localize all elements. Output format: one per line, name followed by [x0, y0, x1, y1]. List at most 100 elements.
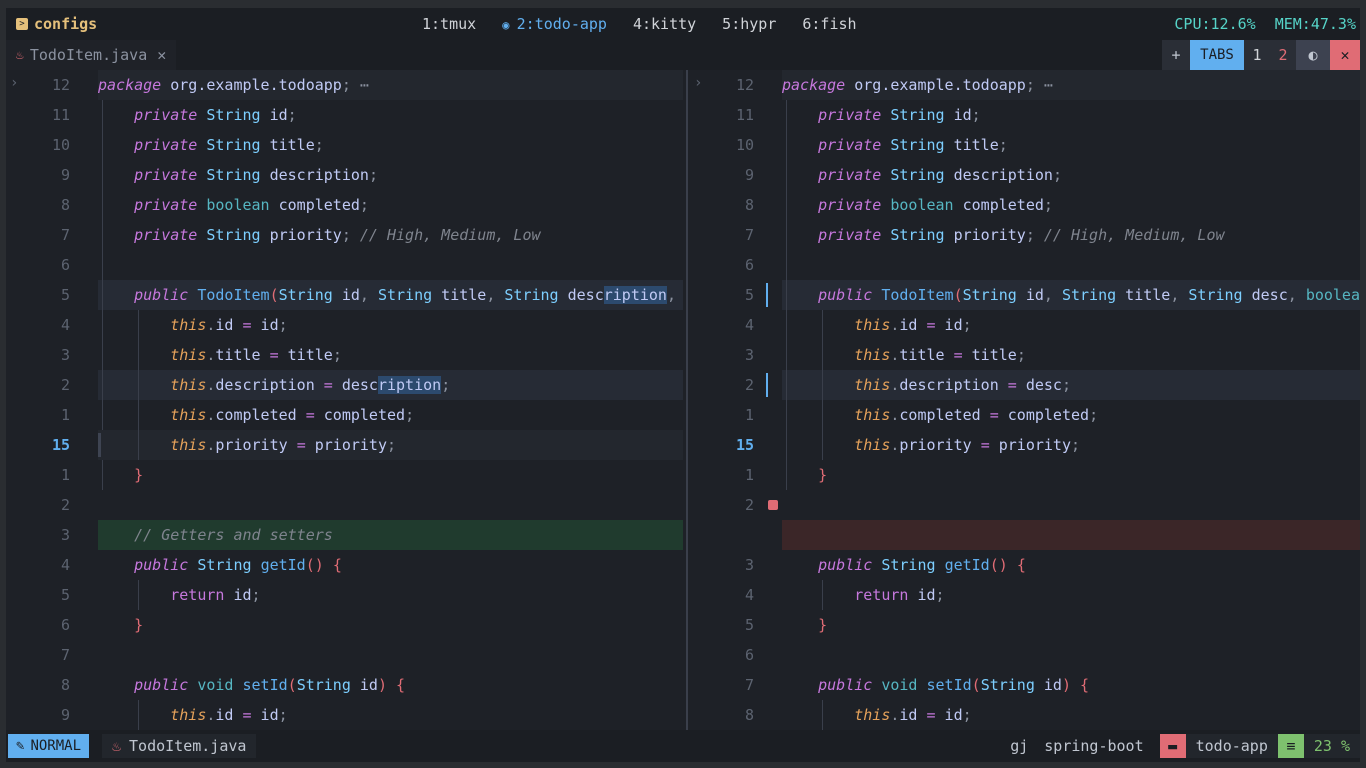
code-line: 3 this.title = title; — [6, 340, 683, 370]
line-number: 1 — [60, 466, 70, 484]
code-line: 10 private String title; — [690, 130, 1360, 160]
code-line: 4 public String getId() { — [6, 550, 683, 580]
terminal-icon: > — [16, 18, 28, 30]
code-line: 1 } — [6, 460, 683, 490]
line-number: 2 — [744, 496, 754, 514]
code-line: 6 — [6, 250, 683, 280]
line-number: 3 — [60, 346, 70, 364]
right-diff-pane[interactable]: › 12 package org.example.todoapp; ⋯ 11 p… — [690, 70, 1360, 730]
code-line: 7 private String priority; // High, Medi… — [6, 220, 683, 250]
code-line: 8 private boolean completed; — [6, 190, 683, 220]
line-number: 8 — [744, 196, 754, 214]
line-number: 6 — [60, 616, 70, 634]
current-line-number: 15 — [51, 436, 70, 454]
line-number: 1 — [744, 406, 754, 424]
current-line-number: 15 — [735, 436, 754, 454]
new-tab-button[interactable]: + — [1162, 40, 1190, 70]
code-line: 5 return id; — [6, 580, 683, 610]
code-line: 8 this.id = id; — [690, 700, 1360, 730]
code-line: 1 this.completed = completed; — [6, 400, 683, 430]
workspace-tmux[interactable]: 1:tmux — [422, 15, 476, 33]
line-number: 5 — [744, 616, 754, 634]
code-line: 7 — [6, 640, 683, 670]
code-line: 4 this.id = id; — [6, 310, 683, 340]
status-file: ♨ TodoItem.java — [102, 734, 257, 758]
cpu-usage: CPU:12.6% — [1174, 15, 1256, 33]
mem-usage: MEM:47.3% — [1274, 15, 1356, 33]
code-line: › 12 package org.example.todoapp; ⋯ — [690, 70, 1360, 100]
line-number: 5 — [60, 286, 70, 304]
cursor-line: 15 this.priority = priority; — [6, 430, 683, 460]
line-number: 10 — [735, 136, 754, 154]
line-number: 7 — [60, 646, 70, 664]
line-number: 6 — [744, 256, 754, 274]
workspace-todo-app[interactable]: 2:todo-app — [502, 15, 607, 33]
mode-label: NORMAL — [30, 738, 82, 754]
vim-icon: ✎ — [16, 738, 25, 754]
system-stats: CPU:12.6% MEM:47.3% — [1164, 15, 1356, 33]
code-line: 11 private String id; — [690, 100, 1360, 130]
top-bar: > configs 1:tmux 2:todo-app 4:kitty 5:hy… — [6, 8, 1360, 40]
workspace-hypr[interactable]: 5:hypr — [722, 15, 776, 33]
code-line: 4 return id; — [690, 580, 1360, 610]
code-line: 7 public void setId(String id) { — [690, 670, 1360, 700]
workspace-list: 1:tmux 2:todo-app 4:kitty 5:hypr 6:fish — [422, 15, 857, 33]
line-number: 5 — [60, 586, 70, 604]
delete-sign-icon — [768, 500, 778, 510]
mode-indicator: ✎ NORMAL — [8, 734, 90, 758]
code-line: 1 this.completed = completed; — [690, 400, 1360, 430]
code-line: 9 private String description; — [690, 160, 1360, 190]
session-title: > configs — [16, 15, 97, 33]
code-line: 15 this.priority = priority; — [690, 430, 1360, 460]
line-number: 1 — [60, 406, 70, 424]
code-line: 5 public TodoItem(String id, String titl… — [6, 280, 683, 310]
line-number: 11 — [735, 106, 754, 124]
line-number: 12 — [735, 76, 754, 94]
added-line: 3 // Getters and setters — [6, 520, 683, 550]
code-line: 10 private String title; — [6, 130, 683, 160]
code-line: 6 — [690, 250, 1360, 280]
code-line: 11 private String id; — [6, 100, 683, 130]
pending-keys: gj — [1010, 737, 1029, 755]
line-number: 6 — [744, 646, 754, 664]
pane-divider[interactable] — [686, 70, 688, 730]
deleted-filler-line — [690, 520, 1360, 550]
line-number: 3 — [744, 556, 754, 574]
changed-line: 5 public TodoItem(String id, String titl… — [690, 280, 1360, 310]
toggle-icon[interactable]: ◐ — [1296, 40, 1330, 70]
git-branch: spring-boot — [1044, 737, 1144, 755]
buffer-tab[interactable]: ♨ TodoItem.java ✕ — [6, 40, 177, 70]
line-number: 7 — [744, 676, 754, 694]
line-number: 4 — [744, 586, 754, 604]
close-tab-icon[interactable]: ✕ — [157, 46, 166, 64]
close-button[interactable]: ✕ — [1330, 40, 1360, 70]
changed-line: 2 this.description = desc; — [690, 370, 1360, 400]
java-file-icon: ♨ — [112, 737, 122, 755]
code-line: 2 this.description = description; — [6, 370, 683, 400]
scroll-percent: 23 % — [1303, 734, 1360, 758]
code-line: 6 } — [6, 610, 683, 640]
status-file-name: TodoItem.java — [129, 737, 247, 755]
workspace-kitty[interactable]: 4:kitty — [633, 15, 696, 33]
line-number: 12 — [51, 76, 70, 94]
line-number: 8 — [60, 676, 70, 694]
tabs-label: TABS — [1190, 40, 1244, 70]
change-sign — [766, 373, 768, 397]
line-number: 8 — [60, 196, 70, 214]
tabpage-1[interactable]: 1 — [1244, 40, 1270, 70]
tab-controls: + TABS 1 2 ◐ ✕ — [1162, 40, 1360, 70]
line-number: 10 — [51, 136, 70, 154]
status-line: ✎ NORMAL ♨ TodoItem.java gj spring-boot … — [6, 730, 1360, 762]
project-name: todo-app — [1185, 734, 1278, 758]
workspace-fish[interactable]: 6:fish — [802, 15, 856, 33]
left-diff-pane[interactable]: › 12 package org.example.todoapp; ⋯ 11 p… — [6, 70, 683, 730]
code-line: 5 } — [690, 610, 1360, 640]
line-number: 9 — [60, 166, 70, 184]
code-line: 2 — [690, 490, 1360, 520]
java-file-icon: ♨ — [16, 47, 24, 63]
line-number: 11 — [51, 106, 70, 124]
tabpage-2[interactable]: 2 — [1270, 40, 1296, 70]
code-line: 9 this.id = id; — [6, 700, 683, 730]
buffer-tab-label: TodoItem.java — [29, 46, 148, 64]
code-line: 2 — [6, 490, 683, 520]
